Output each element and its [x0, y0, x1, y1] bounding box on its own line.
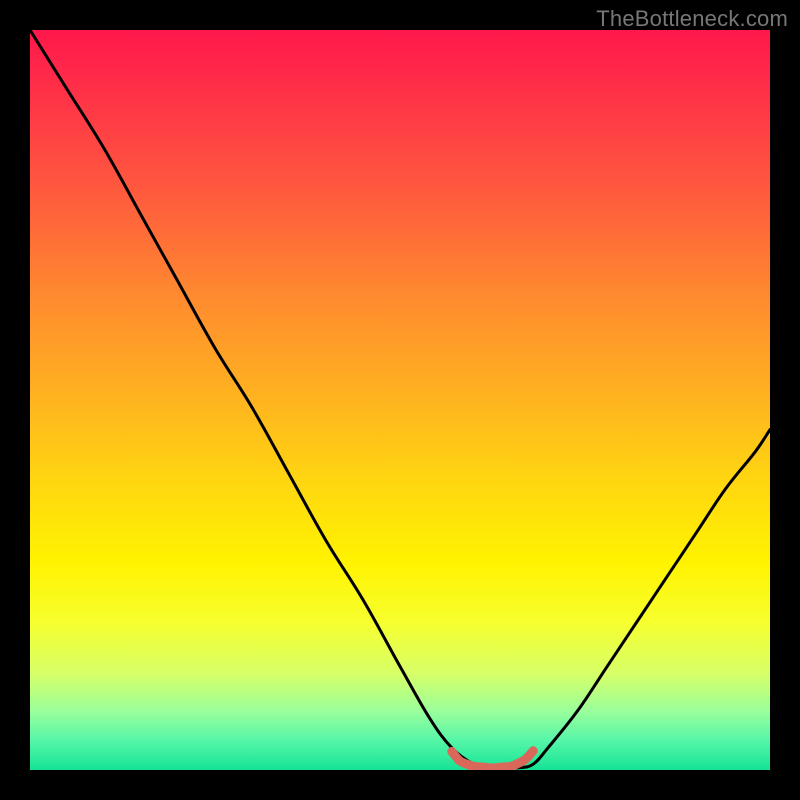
optimal-band — [452, 751, 533, 768]
bottleneck-curve — [30, 30, 770, 768]
watermark-text: TheBottleneck.com — [596, 6, 788, 32]
curve-layer — [30, 30, 770, 770]
chart-frame: TheBottleneck.com — [0, 0, 800, 800]
plot-area — [30, 30, 770, 770]
